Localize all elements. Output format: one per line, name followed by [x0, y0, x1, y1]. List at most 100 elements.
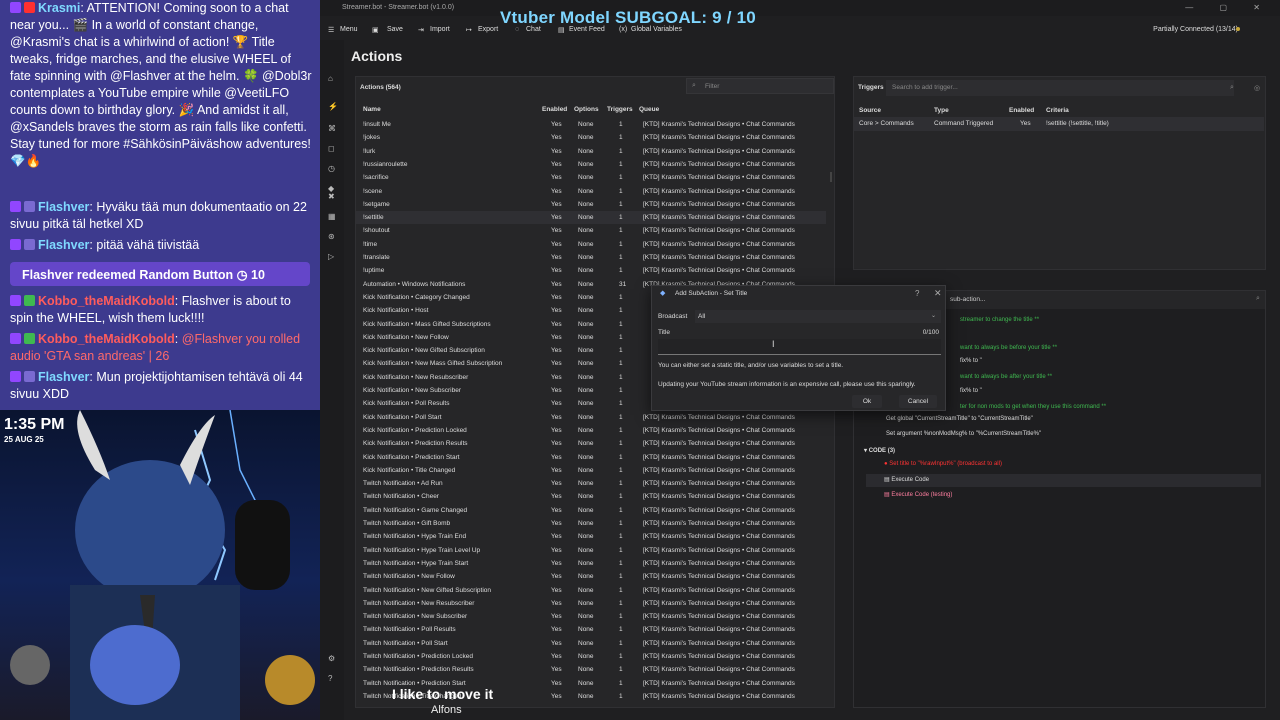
table-row[interactable]: Kick Notification • Poll Start Yes None 1 [K…	[356, 411, 826, 424]
table-row[interactable]: Twitch Notification • Gift Bomb Yes None 1 […	[356, 517, 826, 530]
col-name[interactable]: Name	[363, 106, 381, 113]
subaction-comment[interactable]: ter for non mods to get when they use th…	[960, 404, 1106, 410]
tools-icon[interactable]: ✖	[328, 192, 335, 201]
import-icon[interactable]: ⇥	[418, 26, 424, 34]
table-row[interactable]: Twitch Notification • Hype Train Start Ye…	[356, 557, 826, 570]
col-type[interactable]: Type	[934, 107, 949, 114]
action-name: !time	[363, 240, 378, 248]
action-queue: [KTD] Krasmi's Technical Designs • Chat …	[643, 187, 795, 195]
action-triggers: 1	[619, 466, 623, 474]
table-row[interactable]: !settitle Yes None 1 [KTD] Krasmi's Technica…	[356, 211, 826, 225]
table-row[interactable]: Kick Notification • Title Changed Yes None…	[356, 464, 826, 477]
col-triggers[interactable]: Triggers	[607, 106, 633, 113]
filter-input[interactable]: ⌕ Filter	[686, 78, 834, 94]
table-row[interactable]: Kick Notification • Prediction Start Yes N…	[356, 451, 826, 464]
table-row[interactable]: !russianroulette Yes None 1 [KTD] Krasmi's T…	[356, 158, 826, 171]
platform2-icon[interactable]: ▷	[328, 252, 334, 261]
target-icon[interactable]: ◎	[1254, 84, 1260, 92]
table-row[interactable]: Twitch Notification • New Resubscriber Ye…	[356, 597, 826, 610]
subaction-comment[interactable]: want to always be before your title **	[960, 345, 1057, 351]
help-button[interactable]: ?	[915, 289, 919, 298]
save-icon[interactable]: ▣	[372, 26, 379, 34]
table-row[interactable]: Twitch Notification • Hype Train End Yes N…	[356, 530, 826, 543]
table-row[interactable]: Twitch Notification • New Follow Yes None 1…	[356, 570, 826, 583]
table-row[interactable]: !scene Yes None 1 [KTD] Krasmi's Technical D…	[356, 185, 826, 198]
action-queue: [KTD] Krasmi's Technical Designs • Chat …	[643, 227, 795, 235]
action-queue: [KTD] Krasmi's Technical Designs • Chat …	[643, 493, 795, 501]
chat-nav-icon[interactable]: ◻	[328, 144, 335, 153]
subaction-item[interactable]: ▤ Execute Code (testing)	[884, 491, 952, 498]
subaction-item[interactable]: ▤ Execute Code	[884, 476, 929, 483]
menu-icon[interactable]: ☰	[328, 26, 334, 34]
connection-status[interactable]: Partially Connected (13/14)	[1153, 26, 1238, 33]
close-button[interactable]: ✕	[934, 288, 942, 299]
table-row[interactable]: !shoutout Yes None 1 [KTD] Krasmi's Technica…	[356, 224, 826, 237]
subaction-item[interactable]: Set argument %nonModMsg% to "%CurrentStr…	[886, 431, 1041, 437]
table-row[interactable]: Twitch Notification • Ad Run Yes None 1 [KTD…	[356, 477, 826, 490]
table-row[interactable]: Twitch Notification • Prediction Results…	[356, 663, 826, 676]
subaction-item-disabled[interactable]: ● Set title to "%rawInput%" (broadcast t…	[884, 461, 1002, 467]
col-criteria[interactable]: Criteria	[1046, 107, 1069, 114]
commands-icon[interactable]: ⌘	[328, 124, 336, 133]
col-options[interactable]: Options	[574, 106, 599, 113]
home-icon[interactable]: ⌂	[328, 74, 333, 83]
table-row[interactable]: Kick Notification • Prediction Locked Yes…	[356, 424, 826, 437]
ok-button[interactable]: Ok	[852, 395, 882, 408]
platform-icon[interactable]: ⊛	[328, 232, 335, 241]
export-icon[interactable]: ↦	[466, 26, 472, 34]
subaction-search[interactable]: sub-action...	[950, 296, 985, 303]
table-row[interactable]: Twitch Notification • Poll Start Yes None 1…	[356, 637, 826, 650]
table-row[interactable]: Twitch Notification • Hype Train Level U…	[356, 544, 826, 557]
chat-username: Kobbo_theMaidKobold	[38, 294, 175, 308]
cancel-button[interactable]: Cancel	[899, 395, 937, 408]
table-row[interactable]: !setgame Yes None 1 [KTD] Krasmi's Technical…	[356, 198, 826, 211]
table-row[interactable]: !uptime Yes None 1 [KTD] Krasmi's Technical …	[356, 264, 826, 277]
table-row[interactable]: Twitch Notification • New Gifted Subscri…	[356, 584, 826, 597]
subaction-item[interactable]: fix% to "	[960, 358, 982, 364]
table-row[interactable]: Twitch Notification • Prediction Locked Y…	[356, 650, 826, 663]
window-controls[interactable]: — ▢ ✕	[1185, 3, 1272, 12]
action-options: None	[578, 360, 594, 368]
table-row[interactable]: Kick Notification • Prediction Results Ye…	[356, 437, 826, 450]
table-row[interactable]: Twitch Notification • New Subscriber Yes N…	[356, 610, 826, 623]
table-row[interactable]: !sacrifice Yes None 1 [KTD] Krasmi's Technic…	[356, 171, 826, 184]
table-row[interactable]: Twitch Notification • Poll Results Yes Non…	[356, 623, 826, 636]
col-enabled[interactable]: Enabled	[542, 106, 567, 113]
subaction-comment[interactable]: want to always be after your title **	[960, 374, 1052, 380]
action-triggers: 1	[619, 347, 623, 355]
servers-icon[interactable]: ▦	[328, 212, 336, 221]
help-icon[interactable]: ?	[328, 674, 332, 683]
code-group[interactable]: ▾ CODE (3)	[864, 447, 895, 454]
scrollbar[interactable]	[830, 172, 832, 182]
import-button[interactable]: Import	[430, 26, 450, 33]
subaction-item[interactable]: Get global "CurrentStreamTitle" to "Curr…	[886, 416, 1033, 422]
title-input[interactable]	[658, 339, 941, 355]
timers-icon[interactable]: ◷	[328, 164, 335, 173]
action-enabled: Yes	[551, 134, 562, 142]
export-button[interactable]: Export	[478, 26, 498, 33]
subaction-comment[interactable]: streamer to change the title **	[960, 317, 1039, 323]
col-queue[interactable]: Queue	[639, 106, 659, 113]
trigger-search-input[interactable]: Search to add trigger...	[886, 80, 1234, 96]
subaction-item[interactable]: fix% to "	[960, 388, 982, 394]
actions-icon[interactable]: ⚡	[328, 102, 338, 111]
col-source[interactable]: Source	[859, 107, 881, 114]
table-row[interactable]: !lurk Yes None 1 [KTD] Krasmi's Technical De…	[356, 145, 826, 158]
action-name: !lurk	[363, 147, 376, 155]
table-row[interactable]: !translate Yes None 1 [KTD] Krasmi's Technic…	[356, 251, 826, 264]
table-row[interactable]: Twitch Notification • Game Changed Yes Non…	[356, 504, 826, 517]
action-name: Twitch Notification • New Resubscriber	[363, 599, 475, 607]
broadcast-select[interactable]: All ⌄	[695, 310, 941, 323]
action-queue: [KTD] Krasmi's Technical Designs • Chat …	[643, 613, 795, 621]
col-enabled[interactable]: Enabled	[1009, 107, 1034, 114]
save-button[interactable]: Save	[387, 26, 403, 33]
table-row[interactable]: !jokes Yes None 1 [KTD] Krasmi's Technical D…	[356, 131, 826, 144]
table-row[interactable]: Core > Commands Command Triggered Yes !s…	[854, 117, 1264, 131]
action-options: None	[578, 307, 594, 315]
settings-gear-icon[interactable]: ⚙	[328, 654, 335, 663]
table-row[interactable]: !time Yes None 1 [KTD] Krasmi's Technical De…	[356, 238, 826, 251]
table-row[interactable]: Twitch Notification • Cheer Yes None 1 [KTD]…	[356, 490, 826, 503]
menu-button[interactable]: Menu	[340, 26, 358, 33]
table-row[interactable]: !insult Me Yes None 1 [KTD] Krasmi's Technic…	[356, 118, 826, 131]
search-icon[interactable]: ⌕	[1256, 295, 1260, 303]
